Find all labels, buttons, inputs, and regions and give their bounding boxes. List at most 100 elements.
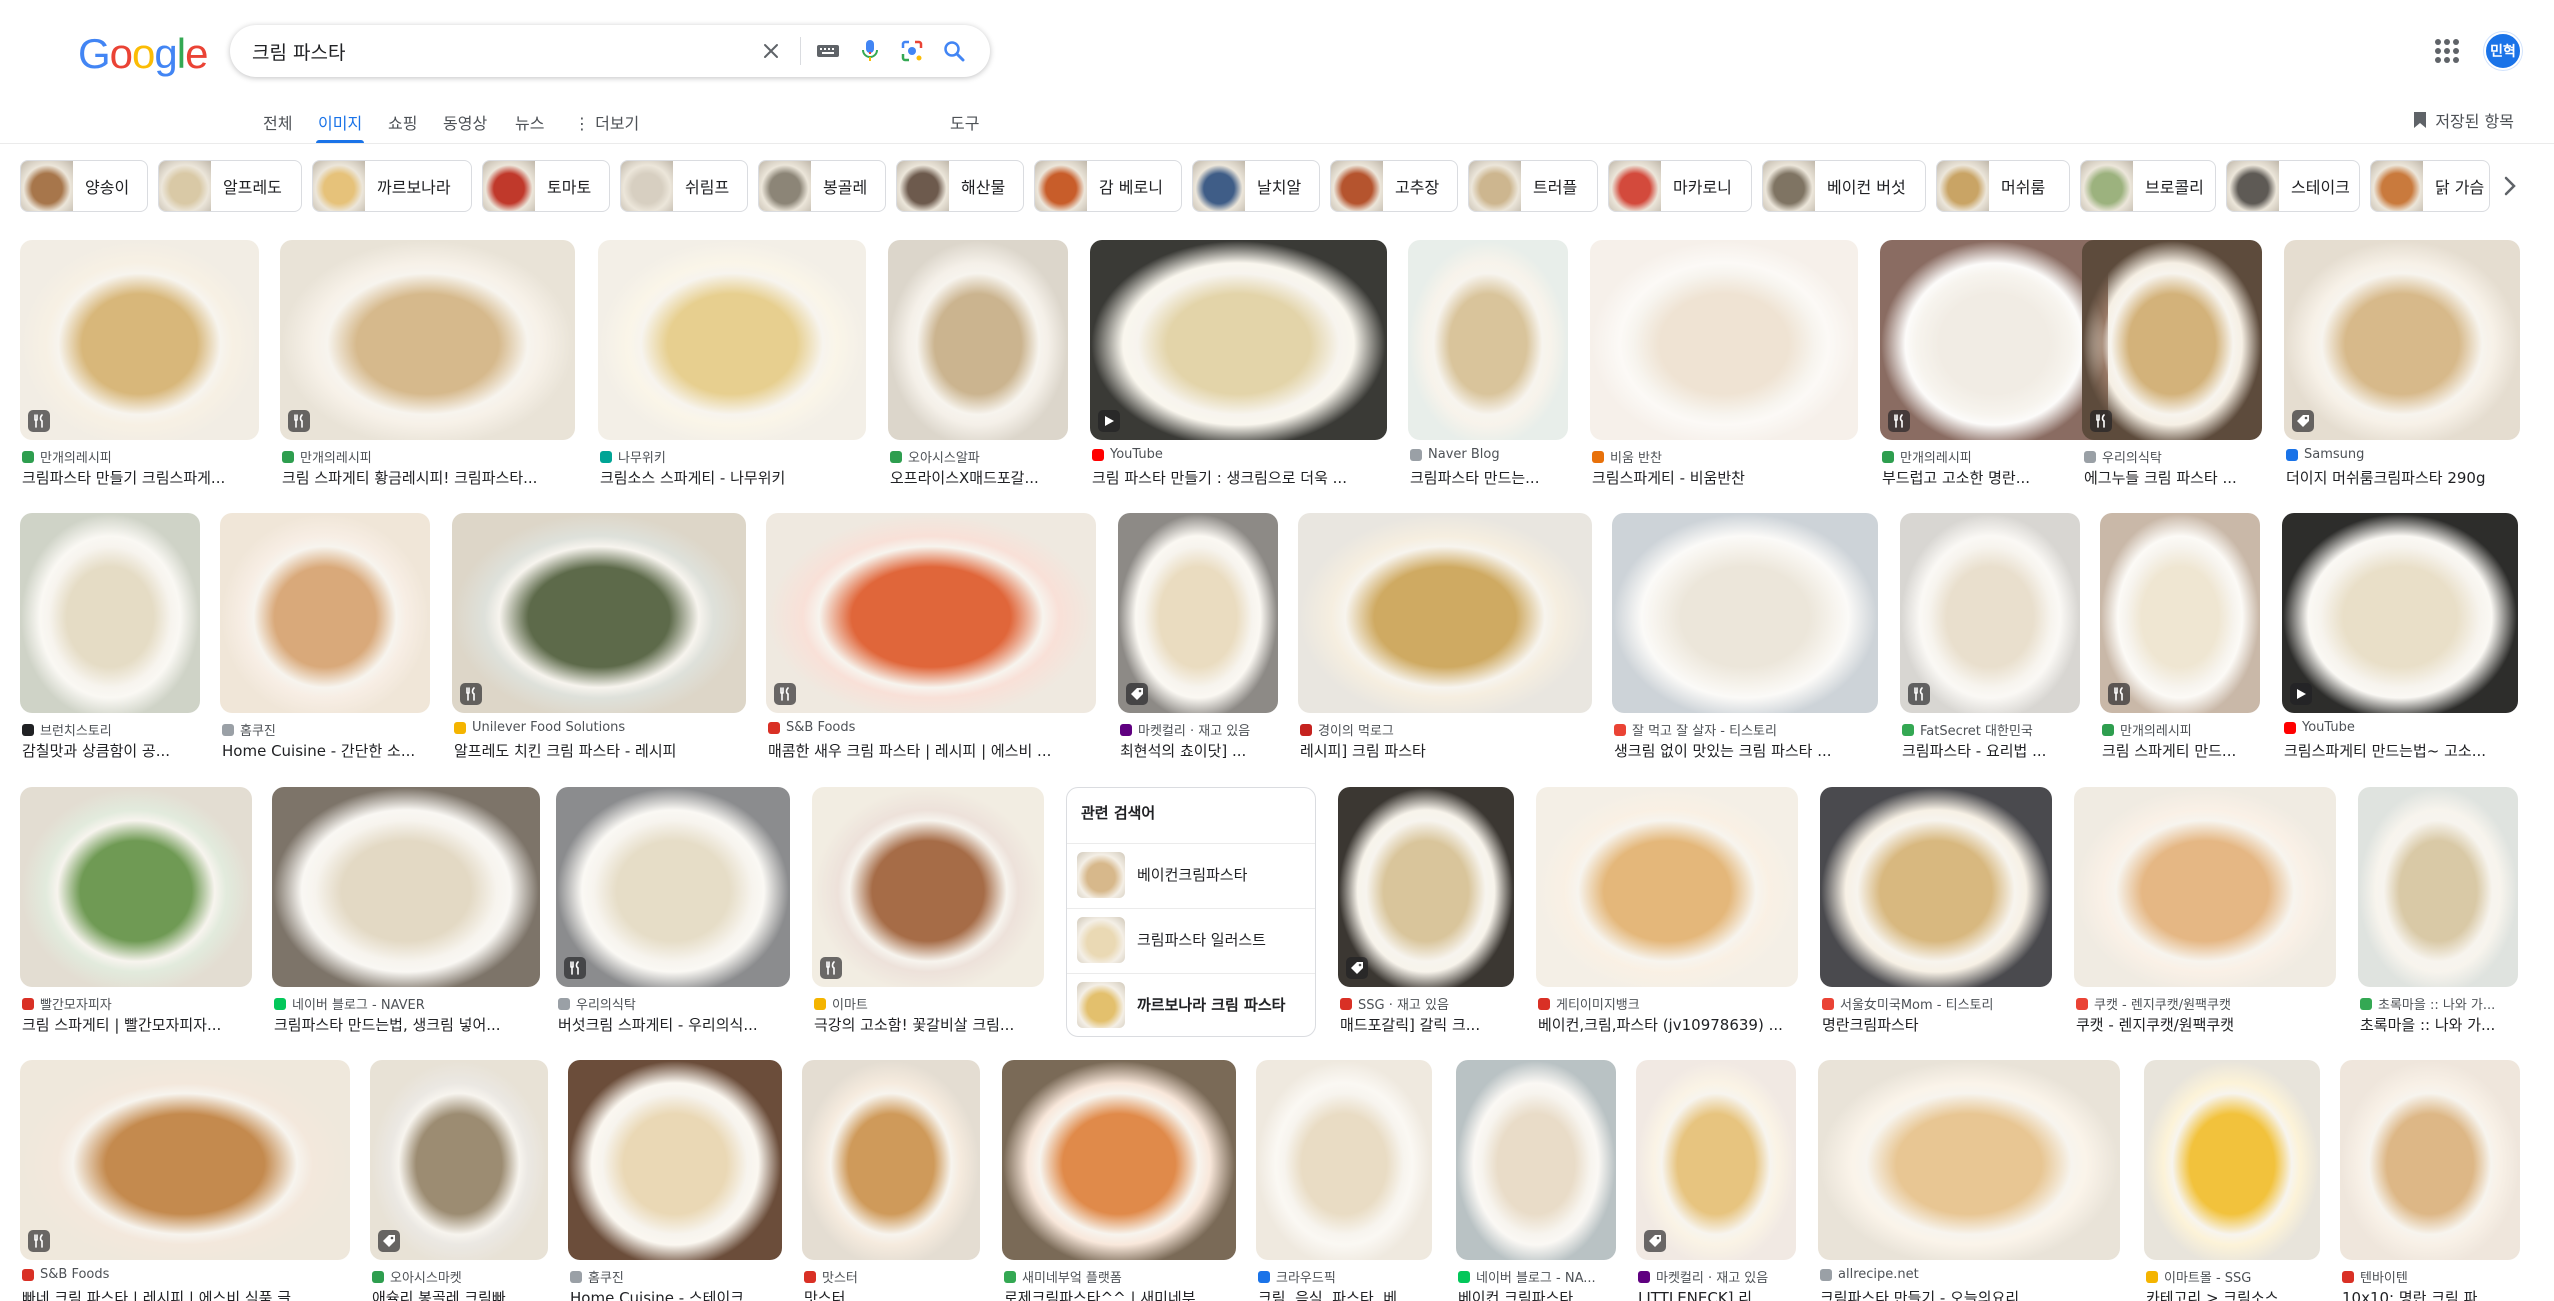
result-thumbnail[interactable]: [2284, 240, 2520, 440]
result-thumbnail[interactable]: [802, 1060, 980, 1260]
result-source[interactable]: FatSecret 대한민국: [1902, 720, 2082, 739]
result-title[interactable]: 빠네 크림 파스타 | 레시피 | 에스비 식품 글...: [22, 1287, 352, 1301]
image-result[interactable]: 이마트 극강의 고소함! 꽃갈비살 크림...: [812, 787, 1044, 1043]
filter-chip[interactable]: 까르보나라: [312, 160, 472, 212]
result-thumbnail[interactable]: [1408, 240, 1568, 440]
result-source[interactable]: SSG · 재고 있음: [1340, 994, 1516, 1013]
image-result[interactable]: 초록마을 :: 나와 가... 초록마을 :: 나와 가...: [2358, 787, 2518, 1043]
result-source[interactable]: 초록마을 :: 나와 가...: [2360, 994, 2520, 1013]
result-source[interactable]: 마켓컬리 · 재고 있음: [1638, 1267, 1798, 1286]
image-result[interactable]: SSG · 재고 있음 매드포갈릭] 갈릭 크...: [1338, 787, 1514, 1043]
result-source[interactable]: allrecipe.net: [1820, 1267, 2122, 1282]
microphone-icon[interactable]: [854, 35, 886, 67]
search-box[interactable]: 크림 파스타: [230, 25, 990, 77]
result-thumbnail[interactable]: [598, 240, 866, 440]
result-source[interactable]: 오아시스알파: [890, 447, 1070, 466]
result-thumbnail[interactable]: [766, 513, 1096, 713]
result-source[interactable]: 경이의 먹로그: [1300, 720, 1594, 739]
result-title[interactable]: 레시피] 크림 파스타: [1300, 740, 1594, 761]
result-source[interactable]: 만개의레시피: [1882, 447, 2110, 466]
result-title[interactable]: 초록마을 :: 나와 가...: [2360, 1014, 2520, 1035]
result-title[interactable]: 크림파스타 만들기 - 오늘의요리: [1820, 1287, 2122, 1301]
keyboard-icon[interactable]: [812, 35, 844, 67]
filter-chip[interactable]: 마카로니: [1608, 160, 1752, 212]
image-result[interactable]: Unilever Food Solutions 알프레도 치킨 크림 파스타 - …: [452, 513, 746, 769]
result-source[interactable]: Samsung: [2286, 447, 2522, 462]
image-result[interactable]: 홈쿠진 Home Cuisine - 간단한 소...: [220, 513, 430, 769]
image-result[interactable]: 홈쿠진 Home Cuisine - 스테이크...: [568, 1060, 782, 1301]
tab-videos[interactable]: 동영상: [443, 110, 487, 134]
result-title[interactable]: 크림, 음식, 파스타, 베...: [1258, 1287, 1434, 1301]
image-result[interactable]: 만개의레시피 크림 스파게티 만드...: [2100, 513, 2260, 769]
filter-chip[interactable]: 트러플: [1468, 160, 1598, 212]
result-thumbnail[interactable]: [20, 1060, 350, 1260]
clear-icon[interactable]: [755, 35, 787, 67]
result-title[interactable]: 로제크림파스타^^ | 새미네부...: [1004, 1287, 1238, 1301]
result-source[interactable]: 마켓컬리 · 재고 있음: [1120, 720, 1280, 739]
search-input[interactable]: 크림 파스타: [252, 38, 345, 65]
result-title[interactable]: Home Cuisine - 스테이크...: [570, 1287, 784, 1301]
filter-chip[interactable]: 닭 가슴: [2370, 160, 2490, 212]
result-title[interactable]: 크림스파게티 만드는법~ 고소...: [2284, 740, 2520, 761]
google-logo[interactable]: Google: [78, 30, 208, 78]
result-title[interactable]: 알프레도 치킨 크림 파스타 - 레시피: [454, 740, 748, 761]
filter-chip[interactable]: 감 베로니: [1034, 160, 1182, 212]
lens-icon[interactable]: [896, 35, 928, 67]
image-result[interactable]: 잘 먹고 잘 살자 - 티스토리 생크림 없이 맛있는 크림 파스타 ...: [1612, 513, 1878, 769]
apps-grid-icon[interactable]: [2432, 36, 2462, 66]
image-result[interactable]: 브런치스토리 감칠맛과 상큼함이 공...: [20, 513, 200, 769]
image-result[interactable]: 텐바이텐 10x10: 명란 크림 파...: [2340, 1060, 2520, 1301]
related-search-item[interactable]: 까르보나라 크림 파스타: [1067, 973, 1315, 1035]
result-source[interactable]: 서울女미국Mom - 티스토리: [1822, 994, 2054, 1013]
result-source[interactable]: 이마트: [814, 994, 1046, 1013]
filter-chip[interactable]: 스테이크: [2226, 160, 2360, 212]
image-result[interactable]: 우리의식탁 에그누들 크림 파스타 ...: [2082, 240, 2262, 496]
result-thumbnail[interactable]: [2340, 1060, 2520, 1260]
result-source[interactable]: 오아시스마켓: [372, 1267, 550, 1286]
result-source[interactable]: 비움 반찬: [1592, 447, 1860, 466]
filter-chip[interactable]: 토마토: [482, 160, 610, 212]
result-title[interactable]: 크림 스파게티 황금레시피! 크림파스타...: [282, 467, 577, 488]
result-thumbnail[interactable]: [888, 240, 1068, 440]
result-title[interactable]: 애슐리 봉골레 크림빠...: [372, 1287, 550, 1301]
result-title[interactable]: 부드럽고 고소한 명란...: [1882, 467, 2110, 488]
filter-chip[interactable]: 봉골레: [758, 160, 886, 212]
result-title[interactable]: 크림 스파게티 만드...: [2102, 740, 2262, 761]
result-title[interactable]: 크림 스파게티 | 빨간모자피자...: [22, 1014, 254, 1035]
result-source[interactable]: S&B Foods: [22, 1267, 352, 1282]
image-result[interactable]: 맛스터 맛스터: [802, 1060, 980, 1301]
result-thumbnail[interactable]: [2144, 1060, 2320, 1260]
result-title[interactable]: 감칠맛과 상큼함이 공...: [22, 740, 202, 761]
result-thumbnail[interactable]: [2358, 787, 2518, 987]
result-title[interactable]: 오프라이스X매드포갈...: [890, 467, 1070, 488]
image-result[interactable]: 새미네부엌 플랫폼 로제크림파스타^^ | 새미네부...: [1002, 1060, 1236, 1301]
tab-all[interactable]: 전체: [263, 110, 292, 134]
image-result[interactable]: 크라우드픽 크림, 음식, 파스타, 베...: [1256, 1060, 1432, 1301]
result-source[interactable]: 잘 먹고 잘 살자 - 티스토리: [1614, 720, 1880, 739]
chevron-right-icon[interactable]: [2490, 166, 2530, 206]
result-title[interactable]: 더이지 머쉬룸크림파스타 290g: [2286, 467, 2522, 488]
result-title[interactable]: 카테고리 > 크림소스...: [2146, 1287, 2322, 1301]
result-thumbnail[interactable]: [556, 787, 790, 987]
result-source[interactable]: 만개의레시피: [282, 447, 577, 466]
image-result[interactable]: 쿠캣 - 렌지쿠캣/원팩쿠캣 쿠캣 - 렌지쿠캣/원팩쿠캣: [2074, 787, 2336, 1043]
image-result[interactable]: S&B Foods 빠네 크림 파스타 | 레시피 | 에스비 식품 글...: [20, 1060, 350, 1301]
filter-chip[interactable]: 베이컨 버섯: [1762, 160, 1926, 212]
result-thumbnail[interactable]: [272, 787, 540, 987]
image-result[interactable]: 비움 반찬 크림스파게티 - 비움반찬: [1590, 240, 1858, 496]
image-result[interactable]: 이마트몰 - SSG 카테고리 > 크림소스...: [2144, 1060, 2320, 1301]
result-source[interactable]: 만개의레시피: [2102, 720, 2262, 739]
result-source[interactable]: 우리의식탁: [558, 994, 792, 1013]
result-title[interactable]: 매드포갈릭] 갈릭 크...: [1340, 1014, 1516, 1035]
image-result[interactable]: 오아시스마켓 애슐리 봉골레 크림빠...: [370, 1060, 548, 1301]
filter-chip[interactable]: 머쉬룸: [1936, 160, 2070, 212]
result-source[interactable]: 새미네부엌 플랫폼: [1004, 1267, 1238, 1286]
result-source[interactable]: 홈쿠진: [222, 720, 432, 739]
result-source[interactable]: 우리의식탁: [2084, 447, 2264, 466]
result-thumbnail[interactable]: [1612, 513, 1878, 713]
result-source[interactable]: 빨간모자피자: [22, 994, 254, 1013]
filter-chip[interactable]: 브로콜리: [2080, 160, 2216, 212]
result-source[interactable]: 홈쿠진: [570, 1267, 784, 1286]
result-title[interactable]: 10x10: 명란 크림 파...: [2342, 1287, 2522, 1301]
result-thumbnail[interactable]: [280, 240, 575, 440]
